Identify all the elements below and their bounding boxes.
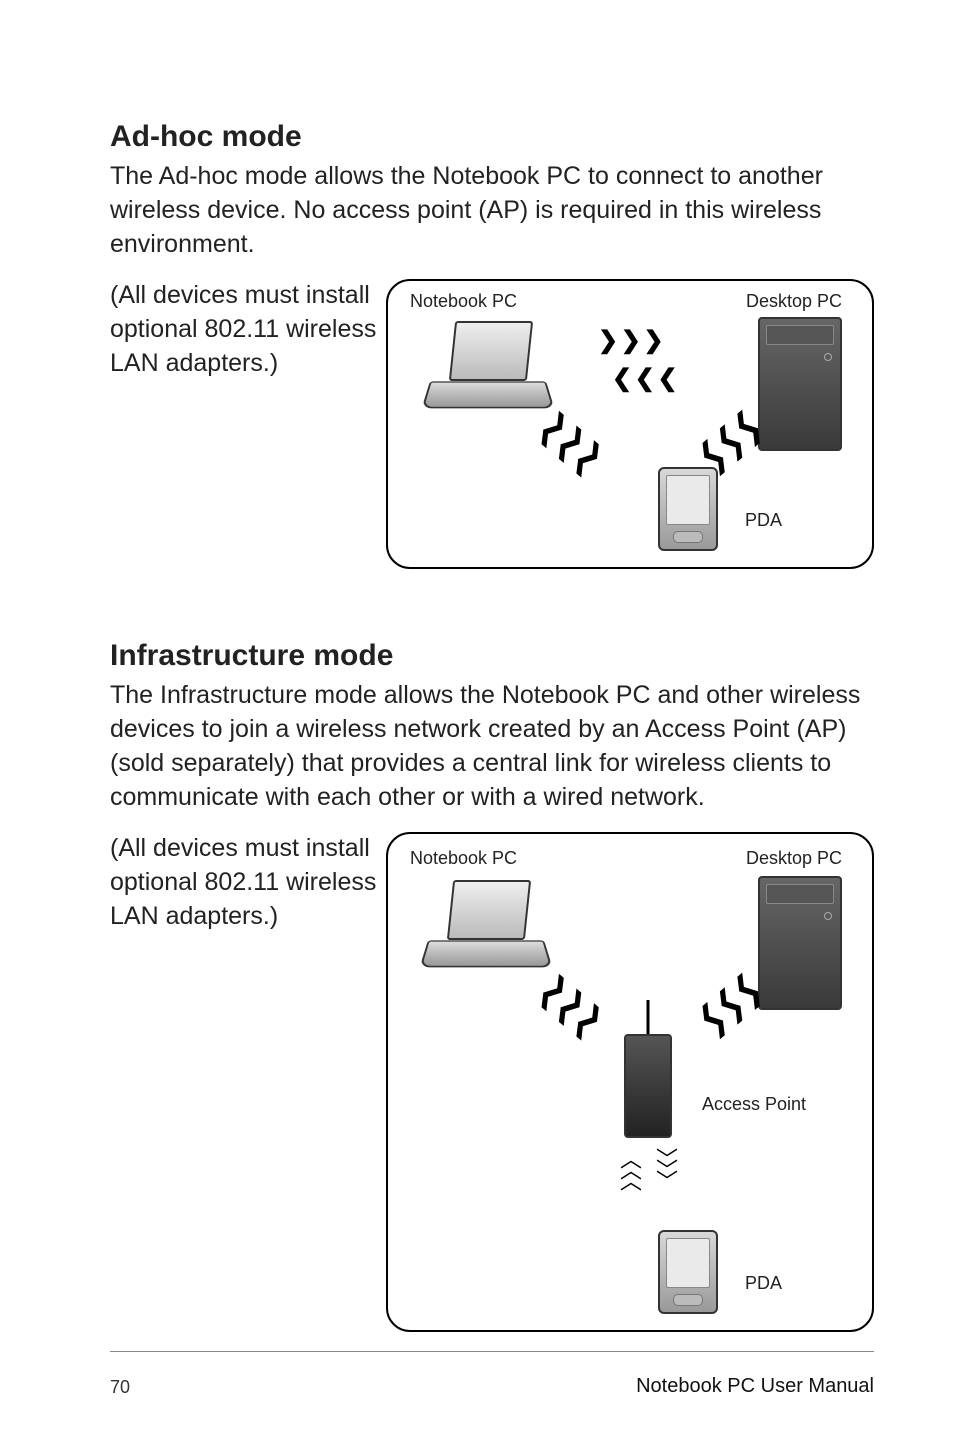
desktop-pc-icon <box>758 317 842 451</box>
infra-side: (All devices must install optional 802.1… <box>110 832 380 933</box>
infra-side-text: (All devices must install optional 802.1… <box>110 832 380 933</box>
chevron-up1-icon: ︿︿︿ <box>620 1154 642 1187</box>
pda-icon2 <box>658 1230 718 1314</box>
page-footer: 70 Notebook PC User Manual <box>110 1351 874 1398</box>
chevron-down1-icon: ﹀﹀﹀ <box>656 1154 678 1187</box>
label-pda: PDA <box>745 510 782 531</box>
adhoc-figure: Notebook PC Desktop PC PDA ❯ ❯ ❯ ❮ ❮ ❮ ❯… <box>386 279 874 569</box>
wave-right-icon: ❯ ❯ ❯ <box>598 335 662 347</box>
infra-heading: Infrastructure mode <box>110 639 874 673</box>
content-area: Ad-hoc mode The Ad-hoc mode allows the N… <box>110 120 874 1351</box>
notebook-pc-icon2 <box>416 880 566 990</box>
wave-dt-ap-icon: ❮ ❮ ❮❯ ❯ ❯ <box>698 977 762 1036</box>
label-notebook2: Notebook PC <box>410 848 517 869</box>
wave-diag1-icon: ❯ ❯ ❯❮ ❮ ❮ <box>538 414 602 473</box>
adhoc-intro: The Ad-hoc mode allows the Notebook PC t… <box>110 160 874 261</box>
adhoc-side-text: (All devices must install optional 802.1… <box>110 279 380 380</box>
infra-row: (All devices must install optional 802.1… <box>110 832 874 1332</box>
wave-diag2-icon: ❮ ❮ ❮❯ ❯ ❯ <box>698 414 762 473</box>
adhoc-heading: Ad-hoc mode <box>110 120 874 154</box>
label-notebook: Notebook PC <box>410 291 517 312</box>
label-desktop: Desktop PC <box>746 291 842 312</box>
label-desktop2: Desktop PC <box>746 848 842 869</box>
desktop-pc-icon2 <box>758 876 842 1010</box>
page-number: 70 <box>110 1377 130 1398</box>
wave-nb-ap-icon: ❯ ❯ ❯❮ ❮ ❮ <box>538 977 602 1036</box>
infra-figure: Notebook PC Desktop PC Access Point PDA … <box>386 832 874 1332</box>
wave-left-icon: ❮ ❮ ❮ <box>612 373 676 385</box>
pda-icon <box>658 467 718 551</box>
label-pda2: PDA <box>745 1273 782 1294</box>
manual-title: Notebook PC User Manual <box>636 1375 874 1398</box>
access-point-icon <box>624 1034 672 1138</box>
page: Ad-hoc mode The Ad-hoc mode allows the N… <box>0 0 954 1438</box>
adhoc-side: (All devices must install optional 802.1… <box>110 279 380 380</box>
infra-intro: The Infrastructure mode allows the Noteb… <box>110 679 874 814</box>
label-ap: Access Point <box>702 1094 806 1115</box>
notebook-pc-icon <box>418 321 568 431</box>
adhoc-row: (All devices must install optional 802.1… <box>110 279 874 569</box>
spacer <box>110 569 874 639</box>
